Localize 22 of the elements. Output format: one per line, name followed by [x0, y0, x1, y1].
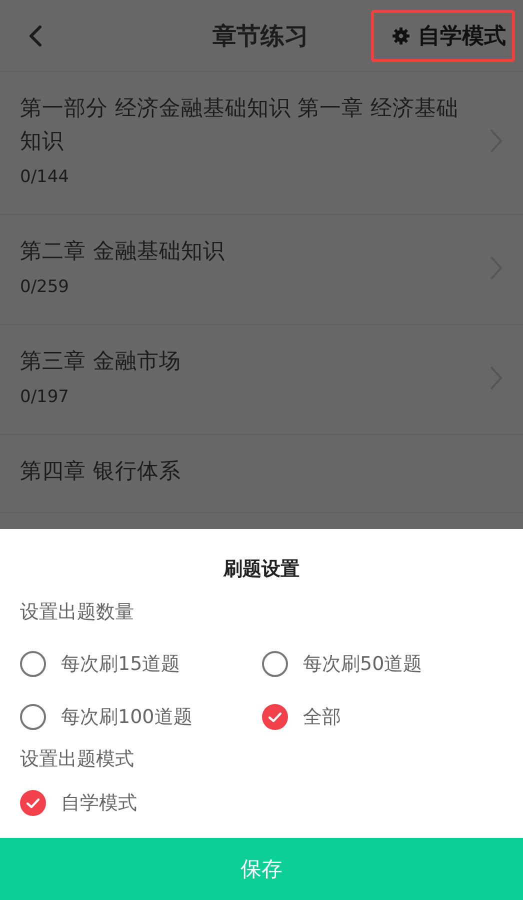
radio-option[interactable]: 每次刷15道题 — [20, 651, 180, 677]
radio-option[interactable]: 每次刷50道题 — [262, 651, 422, 677]
chapter-row[interactable]: 第二章 金融基础知识 0/259 — [0, 215, 523, 325]
progress-count: 0/197 — [20, 386, 69, 409]
chapter-row[interactable]: 第三章 金融市场 0/197 — [0, 325, 523, 435]
save-button[interactable]: 保存 — [0, 838, 523, 900]
chapter-title: 第三章 金融市场 — [20, 348, 181, 376]
radio-option[interactable]: 每次刷100道题 — [20, 704, 192, 730]
section-label: 设置出题数量 — [20, 600, 135, 625]
chapter-row[interactable]: 第四章 银行体系 — [0, 435, 523, 513]
section-label: 设置出题模式 — [20, 747, 135, 772]
radio-option[interactable]: 全部 — [262, 704, 341, 730]
page-title: 章节练习 — [212, 20, 308, 52]
progress-count: 0/259 — [20, 276, 69, 299]
mode-button[interactable]: 自学模式 — [371, 10, 515, 62]
chapter-title: 第四章 银行体系 — [20, 458, 181, 486]
chapter-title: 第一部分 经济金融基础知识 第一章 经济基础知识 — [20, 95, 460, 156]
sheet-title: 刷题设置 — [222, 557, 300, 582]
radio-option[interactable]: 自学模式 — [20, 790, 137, 816]
chapter-title: 第二章 金融基础知识 — [20, 238, 225, 266]
chapter-row[interactable]: 第一部分 经济金融基础知识 第一章 经济基础知识 0/144 — [0, 72, 523, 215]
progress-count: 0/144 — [20, 166, 69, 189]
